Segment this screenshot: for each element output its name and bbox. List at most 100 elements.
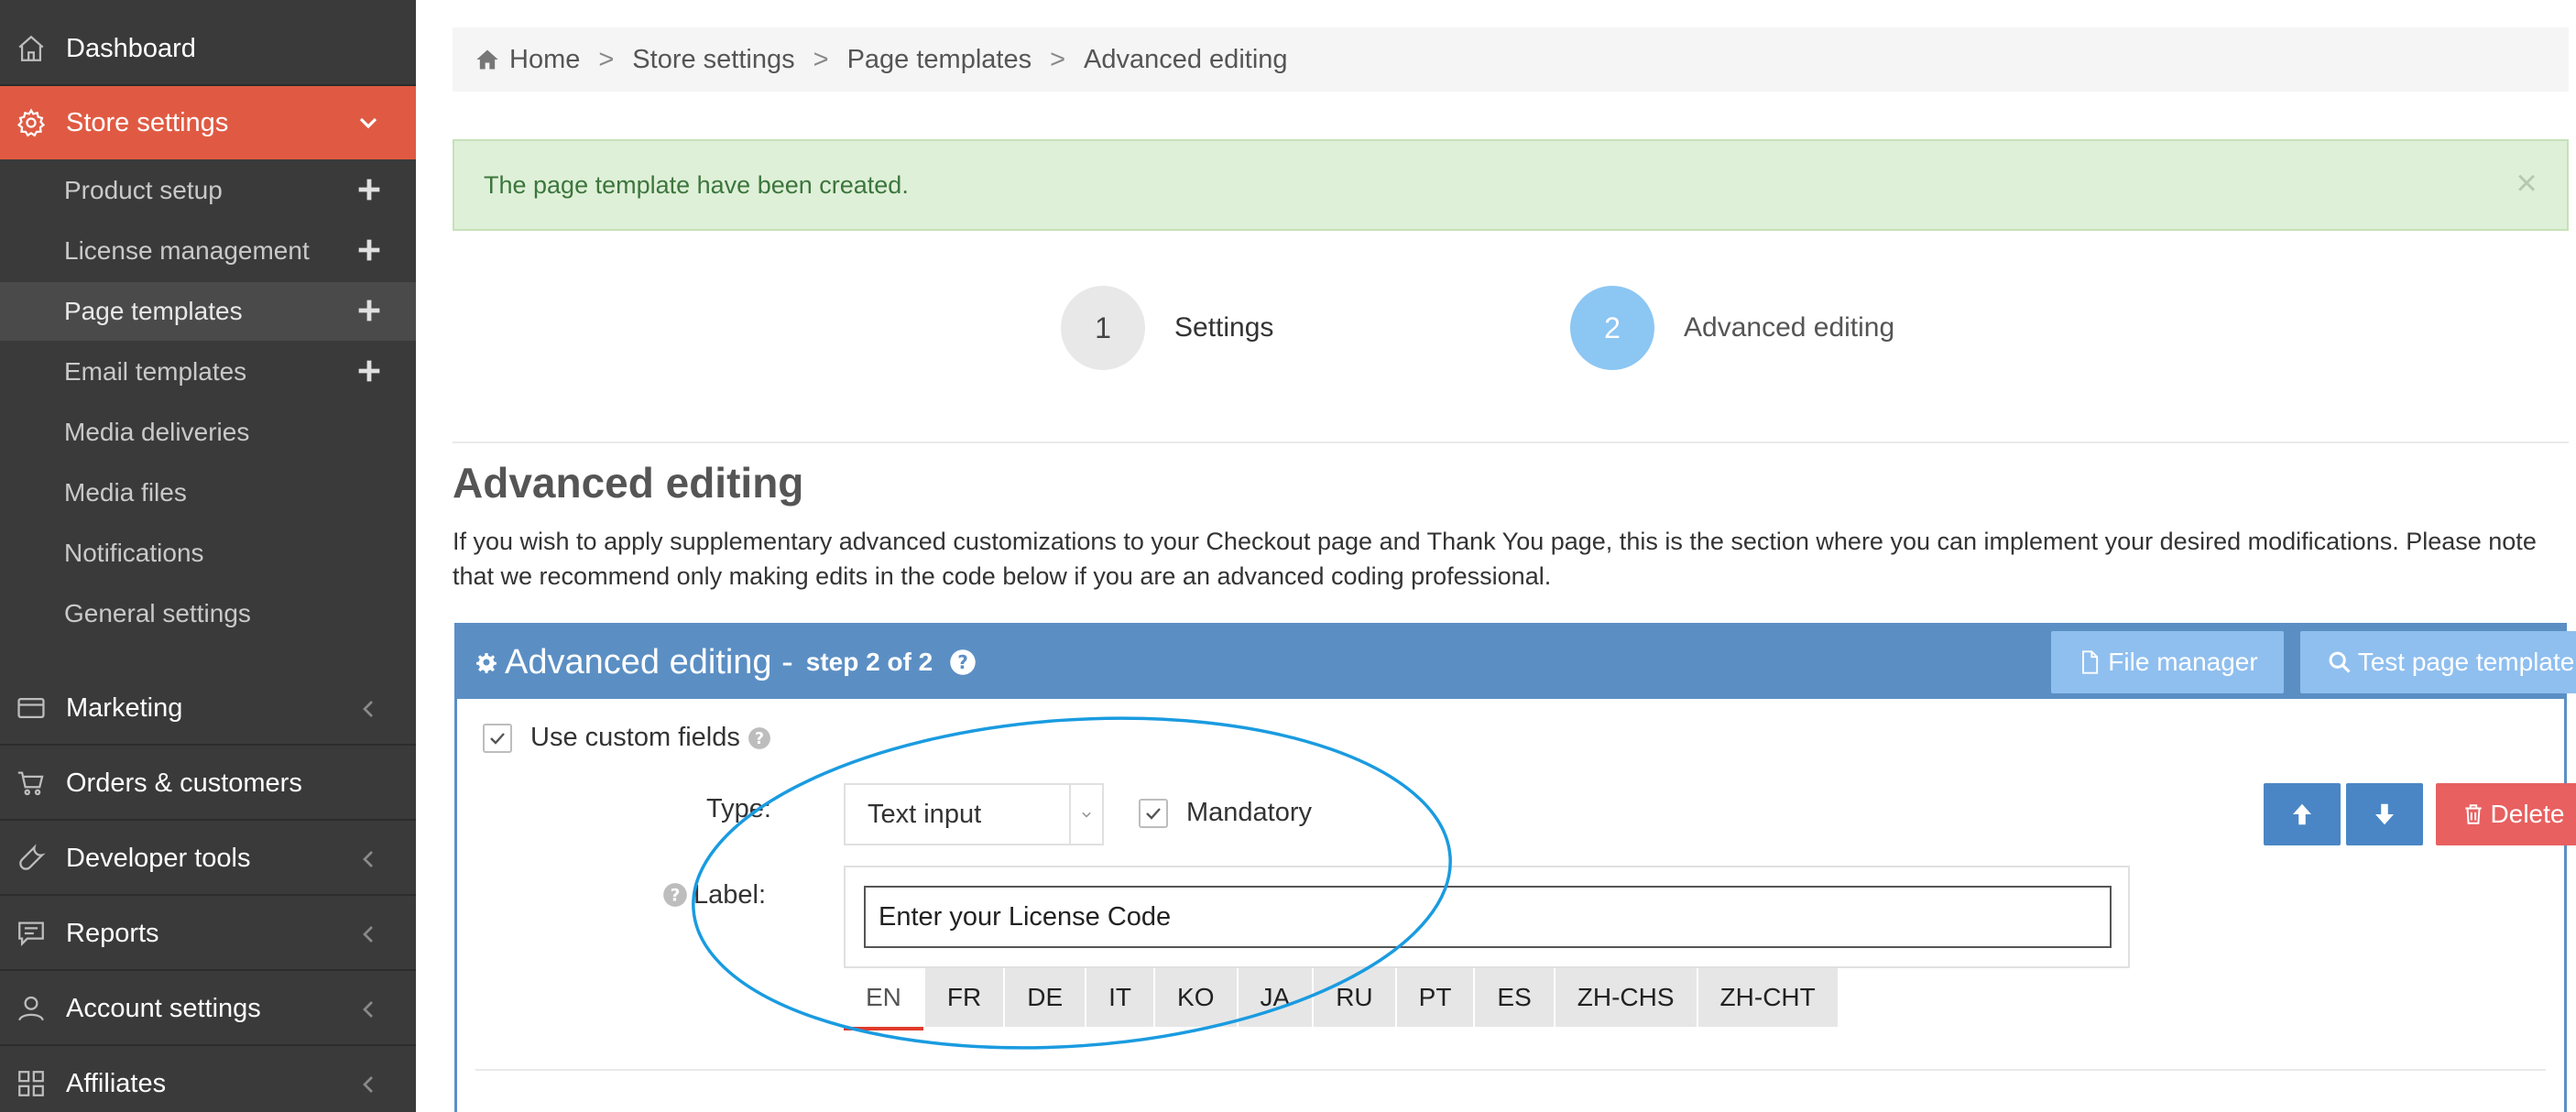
nav-account-settings[interactable]: Account settings: [0, 973, 416, 1046]
nav-label: Store settings: [66, 107, 229, 137]
sidebar: Dashboard Store settings Product setup L…: [0, 0, 416, 1112]
help-icon[interactable]: ?: [748, 726, 771, 750]
tab-zh-chs[interactable]: ZH-CHS: [1555, 968, 1697, 1027]
wizard-steps: 1 Settings 2 Advanced editing: [453, 275, 2569, 385]
nav-affiliates[interactable]: Affiliates: [0, 1048, 416, 1112]
check-icon: [1146, 807, 1161, 820]
help-icon[interactable]: ?: [949, 649, 977, 676]
delete-button[interactable]: Delete: [2436, 783, 2576, 845]
success-alert: The page template have been created. ×: [453, 139, 2569, 231]
breadcrumb-separator: >: [1050, 44, 1066, 74]
close-icon[interactable]: ×: [2508, 165, 2545, 202]
gear-icon: [476, 653, 497, 673]
plus-icon[interactable]: [354, 355, 385, 387]
breadcrumb-page-templates[interactable]: Page templates: [847, 45, 1032, 75]
tab-it[interactable]: IT: [1086, 968, 1154, 1027]
breadcrumb-separator: >: [598, 44, 615, 74]
card-icon: [15, 692, 48, 725]
help-icon[interactable]: ?: [662, 882, 688, 908]
tab-zh-cht[interactable]: ZH-CHT: [1697, 968, 1838, 1027]
type-label: Type:: [706, 794, 771, 823]
check-icon: [490, 732, 505, 745]
checkbox-label: Use custom fields: [530, 723, 740, 752]
sub-item-page-templates[interactable]: Page templates: [0, 282, 416, 341]
test-page-template-button[interactable]: Test page template: [2300, 631, 2576, 693]
home-icon: [476, 49, 498, 70]
nav-orders-customers[interactable]: Orders & customers: [0, 747, 416, 821]
breadcrumb-store-settings[interactable]: Store settings: [632, 45, 794, 75]
nav-store-settings[interactable]: Store settings: [0, 86, 416, 159]
tab-ko[interactable]: KO: [1155, 968, 1237, 1027]
nav-dashboard[interactable]: Dashboard: [0, 13, 416, 86]
nav-label: Developer tools: [66, 843, 251, 873]
step-label: Advanced editing: [1684, 312, 1895, 343]
step-number: 1: [1061, 286, 1145, 370]
sub-item-media-deliveries[interactable]: Media deliveries: [0, 403, 416, 462]
language-tabs: EN FR DE IT KO JA RU PT ES ZH-CHS ZH-CHT: [844, 968, 1839, 1030]
panel-divider: [475, 1069, 2546, 1071]
step-advanced-editing[interactable]: 2 Advanced editing: [1570, 286, 1894, 370]
panel-step: step 2 of 2: [805, 648, 933, 676]
chevron-down-icon: [359, 117, 377, 129]
tab-fr[interactable]: FR: [924, 968, 1004, 1027]
nav-developer-tools[interactable]: Developer tools: [0, 823, 416, 896]
arrow-up-icon: [2293, 803, 2311, 825]
sub-item-notifications[interactable]: Notifications: [0, 524, 416, 583]
tab-es[interactable]: ES: [1475, 968, 1554, 1027]
file-manager-button[interactable]: File manager: [2051, 631, 2284, 693]
grid-icon: [15, 1067, 48, 1100]
breadcrumb-separator: >: [813, 44, 829, 74]
divider: [453, 442, 2569, 443]
sub-item-label: Media deliveries: [64, 418, 250, 446]
home-icon: [15, 32, 48, 65]
nav-label: Dashboard: [66, 33, 196, 63]
chevron-left-icon: [363, 926, 373, 943]
nav-label: Reports: [66, 918, 159, 948]
sub-item-general-settings[interactable]: General settings: [0, 584, 416, 643]
plus-icon[interactable]: [354, 295, 385, 326]
tab-ru[interactable]: RU: [1314, 968, 1395, 1027]
tab-en[interactable]: EN: [844, 968, 923, 1030]
breadcrumb-home[interactable]: Home: [509, 45, 580, 75]
nav-label: Orders & customers: [66, 768, 302, 798]
sub-item-label: Product setup: [64, 176, 223, 204]
breadcrumb-current: Advanced editing: [1084, 44, 1288, 74]
chevron-left-icon: [363, 701, 373, 717]
sub-item-email-templates[interactable]: Email templates: [0, 343, 416, 401]
svg-text:?: ?: [957, 651, 968, 673]
sub-item-label: Notifications: [64, 539, 204, 567]
nav-marketing[interactable]: Marketing: [0, 672, 416, 746]
search-icon: [2329, 651, 2351, 673]
tab-pt[interactable]: PT: [1396, 968, 1474, 1027]
nav-reports[interactable]: Reports: [0, 898, 416, 971]
plus-icon[interactable]: [354, 174, 385, 205]
use-custom-fields-checkbox[interactable]: [483, 723, 512, 753]
button-label: File manager: [2108, 648, 2258, 676]
store-settings-submenu: Product setup License management Page te…: [0, 161, 416, 647]
chevron-left-icon: [363, 851, 373, 867]
chevron-left-icon: [363, 1001, 373, 1018]
step-settings[interactable]: 1 Settings: [1061, 286, 1273, 370]
button-label: Test page template: [2357, 648, 2575, 676]
sub-item-label: General settings: [64, 599, 251, 627]
sub-item-media-files[interactable]: Media files: [0, 463, 416, 522]
tab-ja[interactable]: JA: [1238, 968, 1313, 1027]
section-description: If you wish to apply supplementary advan…: [453, 528, 2537, 590]
wrench-icon: [15, 842, 48, 875]
label-input[interactable]: [864, 886, 2112, 948]
move-up-button[interactable]: [2264, 783, 2341, 845]
plus-icon[interactable]: [354, 234, 385, 266]
sub-item-label: Email templates: [64, 357, 247, 386]
tab-de[interactable]: DE: [1005, 968, 1086, 1027]
move-down-button[interactable]: [2346, 783, 2423, 845]
sub-item-product-setup[interactable]: Product setup: [0, 161, 416, 220]
sub-item-label: Media files: [64, 478, 187, 507]
mandatory-checkbox[interactable]: [1139, 798, 1168, 828]
page-title: Advanced editing: [453, 459, 804, 507]
step-label: Settings: [1174, 312, 1274, 343]
type-select[interactable]: Text input: [844, 783, 1104, 845]
sub-item-license-management[interactable]: License management: [0, 222, 416, 280]
label-input-container: [844, 866, 2130, 968]
type-select-value: Text input: [868, 799, 982, 829]
svg-text:?: ?: [671, 886, 681, 905]
